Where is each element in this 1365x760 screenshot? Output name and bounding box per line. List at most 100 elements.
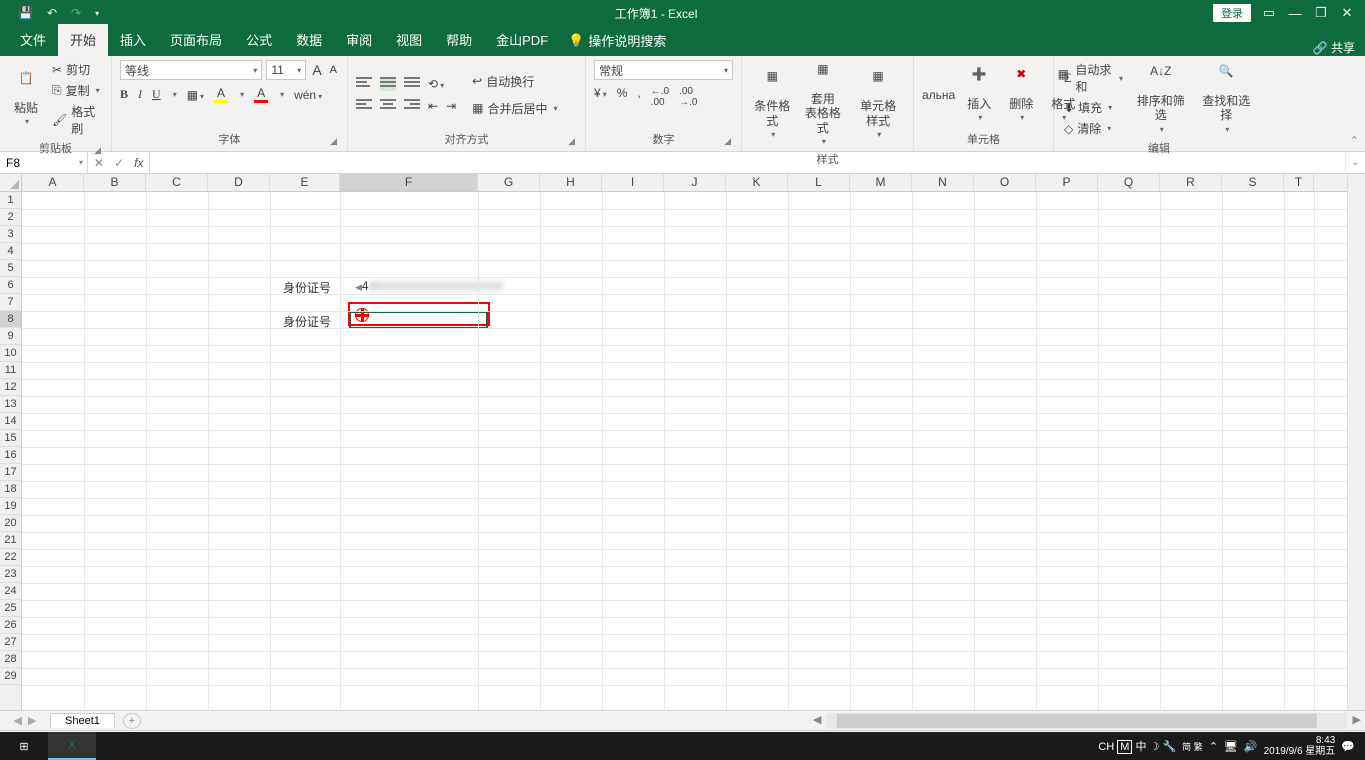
col-header-Q[interactable]: Q bbox=[1098, 174, 1160, 191]
row-header-27[interactable]: 27 bbox=[0, 634, 21, 651]
table-format-button[interactable]: ▦套用 表格格式▾ bbox=[801, 60, 846, 149]
border-button[interactable]: ▦▾ bbox=[187, 88, 204, 102]
ribbon-display-icon[interactable]: ▭ bbox=[1261, 5, 1277, 21]
close-icon[interactable]: ✕ bbox=[1339, 5, 1355, 21]
decrease-decimal-button[interactable]: .00→.0 bbox=[679, 86, 697, 108]
underline-button[interactable]: U bbox=[152, 87, 161, 102]
col-header-N[interactable]: N bbox=[912, 174, 974, 191]
vertical-scrollbar[interactable] bbox=[1347, 174, 1365, 710]
align-top-button[interactable] bbox=[356, 77, 372, 91]
collapse-ribbon-icon[interactable]: ⌃ bbox=[1350, 134, 1359, 147]
row-header-1[interactable]: 1 bbox=[0, 192, 21, 209]
align-middle-button[interactable] bbox=[380, 77, 396, 91]
align-bottom-button[interactable] bbox=[404, 77, 420, 91]
login-button[interactable]: 登录 bbox=[1213, 4, 1251, 22]
row-header-18[interactable]: 18 bbox=[0, 481, 21, 498]
autosum-button[interactable]: Σ自动求和▾ bbox=[1062, 60, 1125, 96]
row-header-4[interactable]: 4 bbox=[0, 243, 21, 260]
row-header-7[interactable]: 7 bbox=[0, 294, 21, 311]
font-launcher-icon[interactable]: ◢ bbox=[330, 136, 337, 147]
merge-center-button[interactable]: ▦合并后居中▾ bbox=[470, 99, 559, 118]
indent-decrease-button[interactable]: ⇤ bbox=[428, 99, 438, 113]
row-header-25[interactable]: 25 bbox=[0, 600, 21, 617]
row-header-12[interactable]: 12 bbox=[0, 379, 21, 396]
start-button[interactable]: ⊞ bbox=[0, 732, 48, 760]
delete-cell-button[interactable]: ✖删除▾ bbox=[1003, 65, 1039, 125]
row-header-3[interactable]: 3 bbox=[0, 226, 21, 243]
row-header-5[interactable]: 5 bbox=[0, 260, 21, 277]
qat-customize-icon[interactable]: ▾ bbox=[95, 9, 99, 18]
undo-icon[interactable]: ↶ bbox=[47, 6, 57, 20]
comma-button[interactable]: , bbox=[637, 86, 640, 108]
row-header-28[interactable]: 28 bbox=[0, 651, 21, 668]
row-header-11[interactable]: 11 bbox=[0, 362, 21, 379]
align-left-button[interactable] bbox=[356, 99, 372, 113]
number-launcher-icon[interactable]: ◢ bbox=[724, 136, 731, 147]
col-header-S[interactable]: S bbox=[1222, 174, 1284, 191]
paste-button[interactable]: 📋 粘贴▾ bbox=[8, 69, 44, 129]
col-header-I[interactable]: I bbox=[602, 174, 664, 191]
align-center-button[interactable] bbox=[380, 99, 396, 113]
fill-button[interactable]: ⬇填充▾ bbox=[1062, 98, 1125, 117]
bold-button[interactable]: B bbox=[120, 87, 128, 102]
col-header-F[interactable]: F bbox=[340, 174, 478, 191]
sheet-nav-arrows[interactable]: ◀▶ bbox=[0, 714, 50, 727]
col-header-B[interactable]: B bbox=[84, 174, 146, 191]
row-header-9[interactable]: 9 bbox=[0, 328, 21, 345]
italic-button[interactable]: I bbox=[138, 87, 142, 102]
decrease-font-button[interactable]: A bbox=[328, 60, 339, 80]
percent-button[interactable]: % bbox=[617, 86, 628, 108]
col-header-C[interactable]: C bbox=[146, 174, 208, 191]
format-painter-button[interactable]: 🖌格式刷 bbox=[50, 102, 103, 138]
insert-cell-button[interactable]: ➕插入▾ bbox=[961, 65, 997, 125]
col-header-T[interactable]: T bbox=[1284, 174, 1314, 191]
row-header-17[interactable]: 17 bbox=[0, 464, 21, 481]
tab-insert[interactable]: 插入 bbox=[108, 24, 158, 56]
col-header-J[interactable]: J bbox=[664, 174, 726, 191]
increase-font-button[interactable]: A bbox=[310, 60, 323, 80]
find-select-button[interactable]: 🔍查找和选择▾ bbox=[1197, 62, 1256, 136]
tray-up-icon[interactable]: ⌃ bbox=[1209, 740, 1218, 753]
enter-formula-icon[interactable]: ✓ bbox=[114, 156, 124, 170]
tab-jinshan[interactable]: 金山PDF bbox=[484, 24, 560, 56]
row-header-10[interactable]: 10 bbox=[0, 345, 21, 362]
row-header-29[interactable]: 29 bbox=[0, 668, 21, 685]
clear-button[interactable]: ◇清除▾ bbox=[1062, 119, 1125, 138]
row-header-23[interactable]: 23 bbox=[0, 566, 21, 583]
align-right-button[interactable] bbox=[404, 99, 420, 113]
row-header-13[interactable]: 13 bbox=[0, 396, 21, 413]
redo-icon[interactable]: ↷ bbox=[71, 6, 81, 20]
expand-formula-bar-icon[interactable]: ⌄ bbox=[1345, 152, 1365, 173]
fx-icon[interactable]: fx bbox=[134, 156, 143, 170]
row-header-19[interactable]: 19 bbox=[0, 498, 21, 515]
network-icon[interactable]: 🖥 bbox=[1224, 740, 1238, 753]
taskbar-clock[interactable]: 8:43 2019/9/6 星期五 bbox=[1264, 735, 1336, 757]
select-all-button[interactable] bbox=[0, 174, 22, 192]
row-header-15[interactable]: 15 bbox=[0, 430, 21, 447]
cells-area[interactable]: 身份证号 ◀44XXXXXXXXXXXXXXXX 身份证号 bbox=[22, 192, 1347, 710]
sheet-tab-1[interactable]: Sheet1 bbox=[50, 713, 115, 728]
horizontal-scrollbar[interactable]: ◀▶ bbox=[827, 713, 1347, 729]
row-header-22[interactable]: 22 bbox=[0, 549, 21, 566]
row-header-20[interactable]: 20 bbox=[0, 515, 21, 532]
row-header-2[interactable]: 2 bbox=[0, 209, 21, 226]
tell-me-search[interactable]: 💡 操作说明搜索 bbox=[560, 25, 674, 56]
save-icon[interactable]: 💾 bbox=[18, 6, 33, 20]
row-header-6[interactable]: 6 bbox=[0, 277, 21, 294]
tab-file[interactable]: 文件 bbox=[8, 24, 58, 56]
tab-home[interactable]: 开始 bbox=[58, 24, 108, 56]
orientation-button[interactable]: ⟲▾ bbox=[428, 77, 444, 91]
cell-style-button[interactable]: ▦单元格样式▾ bbox=[851, 67, 905, 141]
col-header-R[interactable]: R bbox=[1160, 174, 1222, 191]
col-header-K[interactable]: K bbox=[726, 174, 788, 191]
share-button[interactable]: 🔗 共享 bbox=[1313, 39, 1355, 56]
font-size-combo[interactable]: 11▾ bbox=[266, 60, 306, 80]
cut-button[interactable]: ✂剪切 bbox=[50, 60, 103, 79]
col-header-M[interactable]: M bbox=[850, 174, 912, 191]
tab-view[interactable]: 视图 bbox=[384, 24, 434, 56]
col-header-H[interactable]: H bbox=[540, 174, 602, 191]
volume-icon[interactable]: 🔊 bbox=[1244, 740, 1258, 753]
phonetic-button[interactable]: wén▾ bbox=[294, 88, 322, 102]
name-box[interactable]: F8▾ bbox=[0, 152, 88, 173]
taskbar-excel[interactable]: X bbox=[48, 732, 96, 760]
